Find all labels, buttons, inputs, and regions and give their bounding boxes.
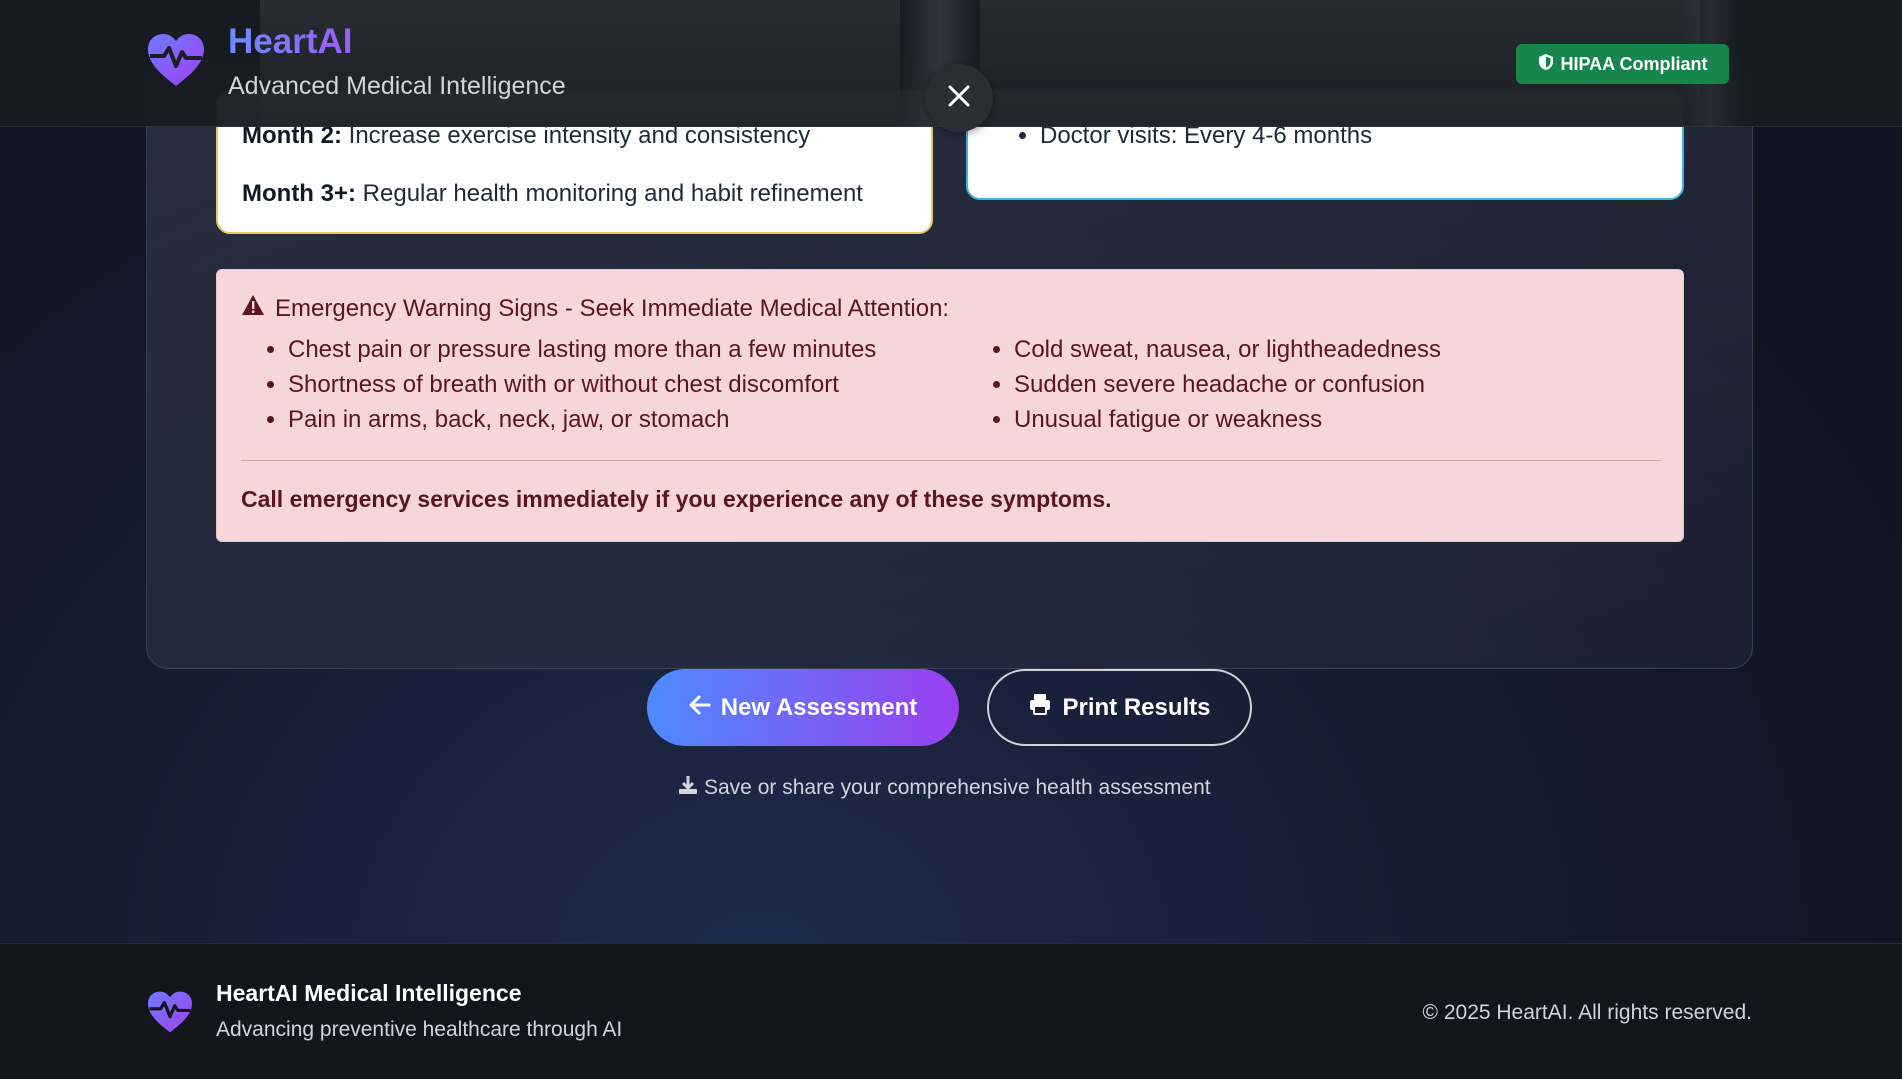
- heart-pulse-icon: [146, 990, 194, 1034]
- shield-icon: [1538, 53, 1554, 76]
- divider: [241, 460, 1661, 461]
- arrow-left-icon: [689, 694, 711, 722]
- emergency-call-text: Call emergency services immediately if y…: [241, 486, 1112, 512]
- printer-icon: [1028, 692, 1052, 723]
- save-note: Save or share your comprehensive health …: [678, 775, 1211, 801]
- warning-triangle-icon: [241, 294, 265, 323]
- list-item: Pain in arms, back, neck, jaw, or stomac…: [288, 402, 876, 437]
- list-item: Sudden severe headache or confusion: [1014, 367, 1441, 402]
- close-button[interactable]: [925, 64, 993, 132]
- print-results-button[interactable]: Print Results: [987, 669, 1252, 746]
- emergency-warning-box: Emergency Warning Signs - Seek Immediate…: [216, 269, 1684, 542]
- warning-list-left: Chest pain or pressure lasting more than…: [288, 332, 876, 437]
- app-footer: HeartAI Medical Intelligence Advancing p…: [0, 943, 1902, 1079]
- list-item: Cold sweat, nausea, or lightheadedness: [1014, 332, 1441, 367]
- app-subtitle: Advanced Medical Intelligence: [228, 72, 566, 100]
- footer-title: HeartAI Medical Intelligence: [216, 980, 522, 1006]
- footer-subtitle: Advancing preventive healthcare through …: [216, 1018, 623, 1041]
- list-item: Unusual fatigue or weakness: [1014, 402, 1441, 437]
- copyright-text: © 2025 HeartAI. All rights reserved.: [1422, 1001, 1752, 1024]
- new-assessment-button[interactable]: New Assessment: [647, 669, 959, 746]
- download-icon: [678, 775, 698, 801]
- close-icon: [947, 84, 971, 113]
- list-item: Shortness of breath with or without ches…: [288, 367, 876, 402]
- hipaa-badge: HIPAA Compliant: [1516, 44, 1729, 84]
- app-title[interactable]: HeartAI: [228, 22, 352, 62]
- heart-pulse-icon[interactable]: [146, 32, 206, 88]
- warning-list-right: Cold sweat, nausea, or lightheadedness S…: [1014, 332, 1441, 437]
- list-item: Chest pain or pressure lasting more than…: [288, 332, 876, 367]
- timeline-month3: Month 3+: Regular health monitoring and …: [242, 180, 863, 207]
- warning-title: Emergency Warning Signs - Seek Immediate…: [241, 294, 949, 323]
